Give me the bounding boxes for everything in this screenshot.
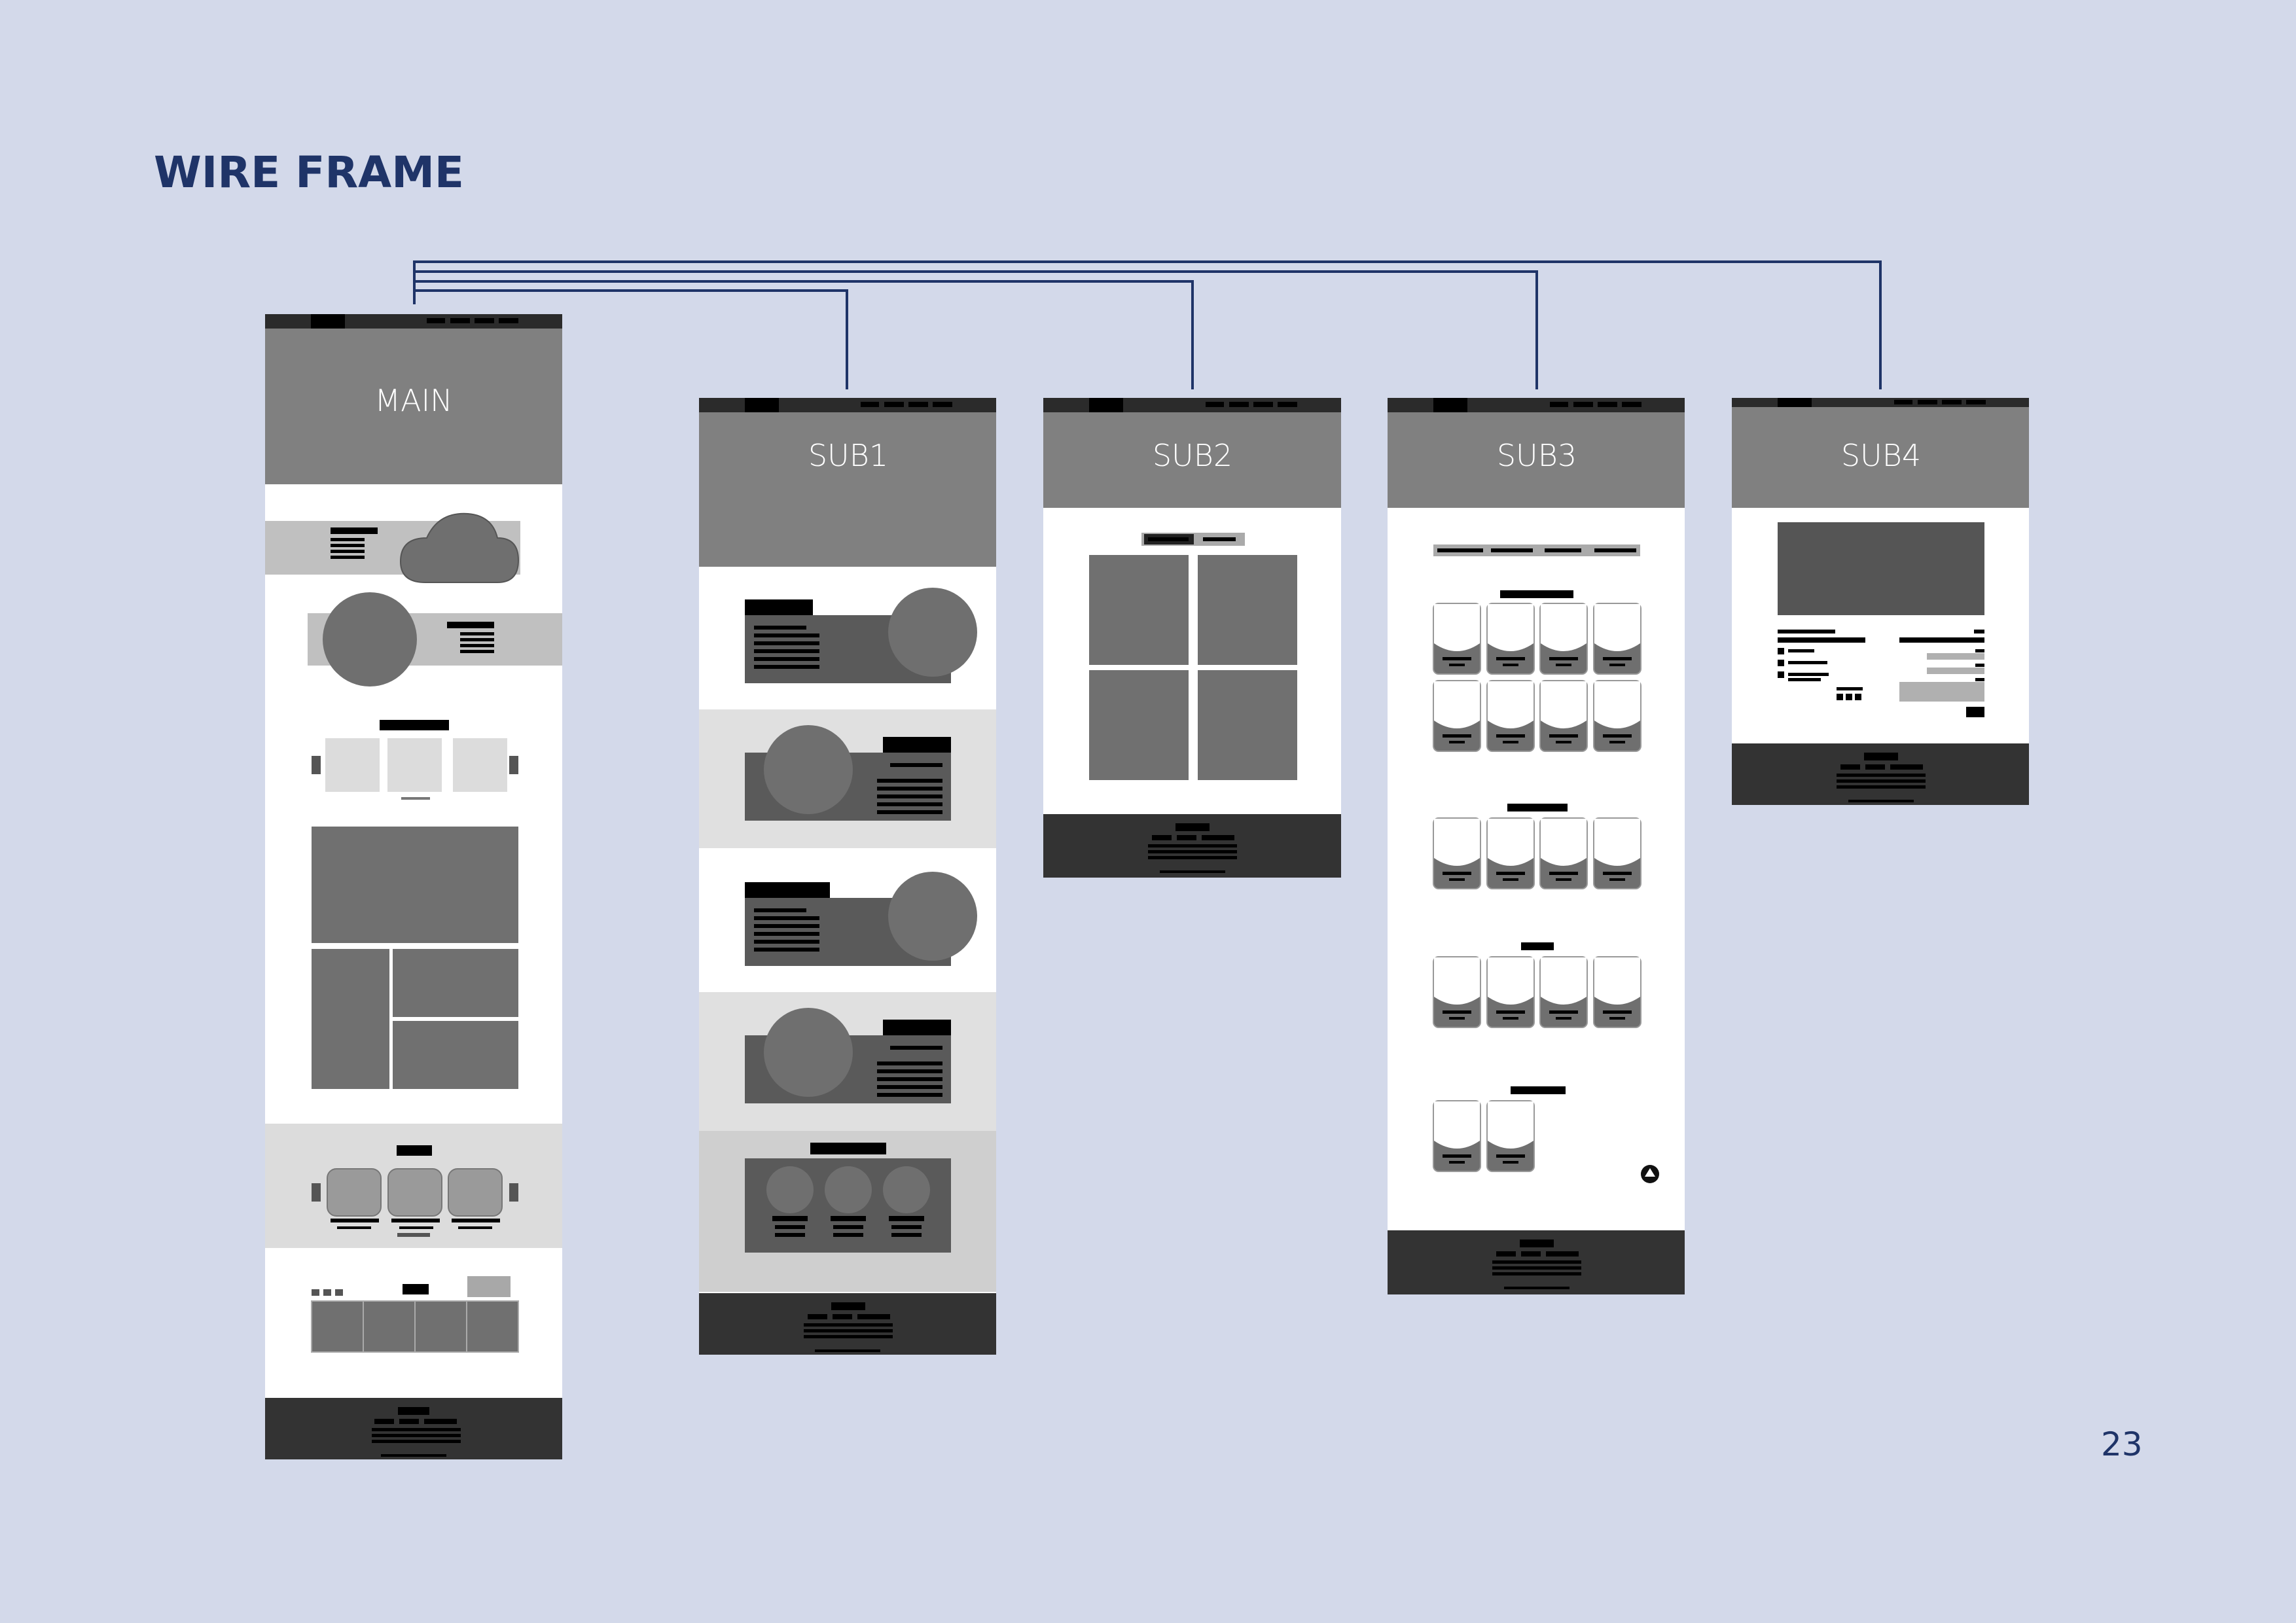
- frame-sub2: SUB2: [1043, 398, 1341, 878]
- frame-label-sub2: SUB2: [1153, 438, 1232, 473]
- scroll-top-icon: [1641, 1165, 1659, 1183]
- frame-sub3: SUB3: [1388, 398, 1685, 1294]
- frame-label-sub3: SUB3: [1497, 438, 1577, 473]
- frame-main: MAIN: [265, 314, 562, 1459]
- frame-sub1: SUB1: [699, 398, 996, 1355]
- frame-label-sub4: SUB4: [1841, 438, 1921, 473]
- connector-lines: [413, 260, 1882, 389]
- frame-label-main: MAIN: [374, 383, 452, 418]
- frame-sub4: SUB4: [1732, 398, 2029, 805]
- wireframe-diagram: MAIN SUB1 SUB2 SUB3 SUB4: [265, 260, 2029, 1459]
- frame-label-sub1: SUB1: [808, 438, 888, 473]
